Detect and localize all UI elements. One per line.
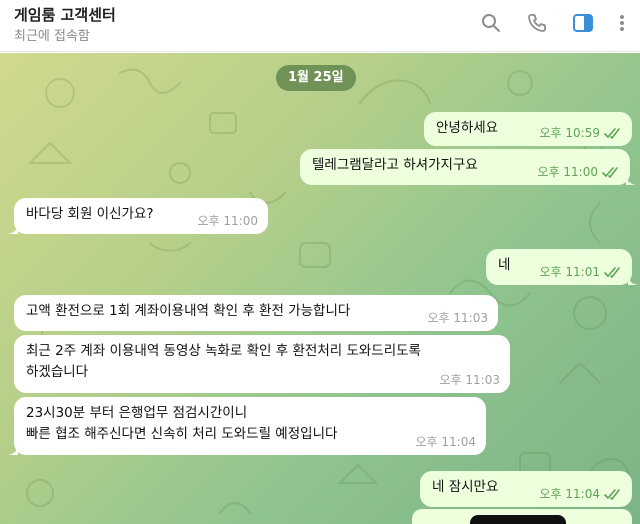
bubble-tail xyxy=(8,222,18,234)
incoming-message[interactable]: 바다당 회원 이신가요? 오후 11:00 xyxy=(8,198,268,234)
outgoing-message[interactable]: 텔레그램달라고 하셔가지구요 오후 11:00 xyxy=(300,149,636,185)
sidebar-toggle-icon[interactable] xyxy=(570,10,596,36)
read-double-check-icon xyxy=(604,127,620,139)
chat-header: 게임룸 고객센터 최근에 접속함 xyxy=(0,0,640,52)
read-double-check-icon xyxy=(604,266,620,278)
phone-icon[interactable] xyxy=(524,10,550,36)
message-meta: 오후 11:03 xyxy=(428,311,488,325)
message-text: 고액 환전으로 1회 계좌이용내역 확인 후 환전 가능합니다 xyxy=(26,303,351,319)
message-text: 텔레그램달라고 하셔가지구요 xyxy=(312,157,478,173)
date-separator: 1월 25일 xyxy=(276,65,356,91)
message-time: 오후 11:04 xyxy=(415,435,476,449)
message-time: 오후 11:01 xyxy=(539,265,600,279)
message-time: 오후 11:03 xyxy=(439,373,500,387)
message-time: 오후 11:00 xyxy=(537,165,598,179)
chat-title[interactable]: 게임룸 고객센터 xyxy=(14,4,116,25)
message-text: 바다당 회원 이신가요? xyxy=(26,206,154,222)
bubble-tail xyxy=(626,173,636,185)
media-thumbnail[interactable] xyxy=(470,515,566,524)
message-meta: 오후 10:59 xyxy=(540,126,622,140)
last-seen-status: 최근에 접속함 xyxy=(14,29,90,44)
outgoing-message[interactable]: 네 오후 11:01 xyxy=(486,249,638,285)
outgoing-message[interactable]: 네 잠시만요 오후 11:04 xyxy=(420,471,632,507)
bubble-tail xyxy=(8,443,18,455)
message-text: 네 잠시만요 xyxy=(432,479,499,495)
message-text: 최근 2주 계좌 이용내역 동영상 녹화로 확인 후 환전처리 도와드리도록 하… xyxy=(26,343,421,380)
incoming-message[interactable]: 23시30분 부터 은행업무 점검시간이니 빠른 협조 해주신다면 신속히 처리… xyxy=(8,397,486,455)
message-meta: 오후 11:04 xyxy=(416,435,476,449)
read-double-check-icon xyxy=(604,488,620,500)
message-text: 네 xyxy=(498,257,511,273)
message-time: 오후 10:59 xyxy=(539,126,600,140)
message-text: 안녕하세요 xyxy=(436,120,499,136)
message-time: 오후 11:00 xyxy=(197,214,258,228)
more-icon[interactable] xyxy=(612,10,632,36)
read-double-check-icon xyxy=(602,166,618,178)
message-meta: 오후 11:04 xyxy=(540,487,622,501)
message-meta: 오후 11:01 xyxy=(540,265,622,279)
media-message-partial[interactable] xyxy=(412,509,632,524)
chat-area[interactable]: 1월 25일 안녕하세요 오후 10:59 텔레그램달라고 하셔가지구요 오후 … xyxy=(0,53,640,524)
bubble-tail xyxy=(628,273,638,285)
message-meta: 오후 11:00 xyxy=(538,165,620,179)
message-meta: 오후 11:00 xyxy=(198,214,258,228)
message-meta: 오후 11:03 xyxy=(440,373,500,387)
message-time: 오후 11:04 xyxy=(539,487,600,501)
outgoing-message[interactable]: 안녕하세요 오후 10:59 xyxy=(424,112,632,146)
search-icon[interactable] xyxy=(478,10,504,36)
incoming-message[interactable]: 최근 2주 계좌 이용내역 동영상 녹화로 확인 후 환전처리 도와드리도록 하… xyxy=(14,335,510,393)
incoming-message[interactable]: 고액 환전으로 1회 계좌이용내역 확인 후 환전 가능합니다 오후 11:03 xyxy=(14,295,498,331)
message-time: 오후 11:03 xyxy=(427,311,488,325)
message-text: 23시30분 부터 은행업무 점검시간이니 빠른 협조 해주신다면 신속히 처리… xyxy=(26,405,338,442)
